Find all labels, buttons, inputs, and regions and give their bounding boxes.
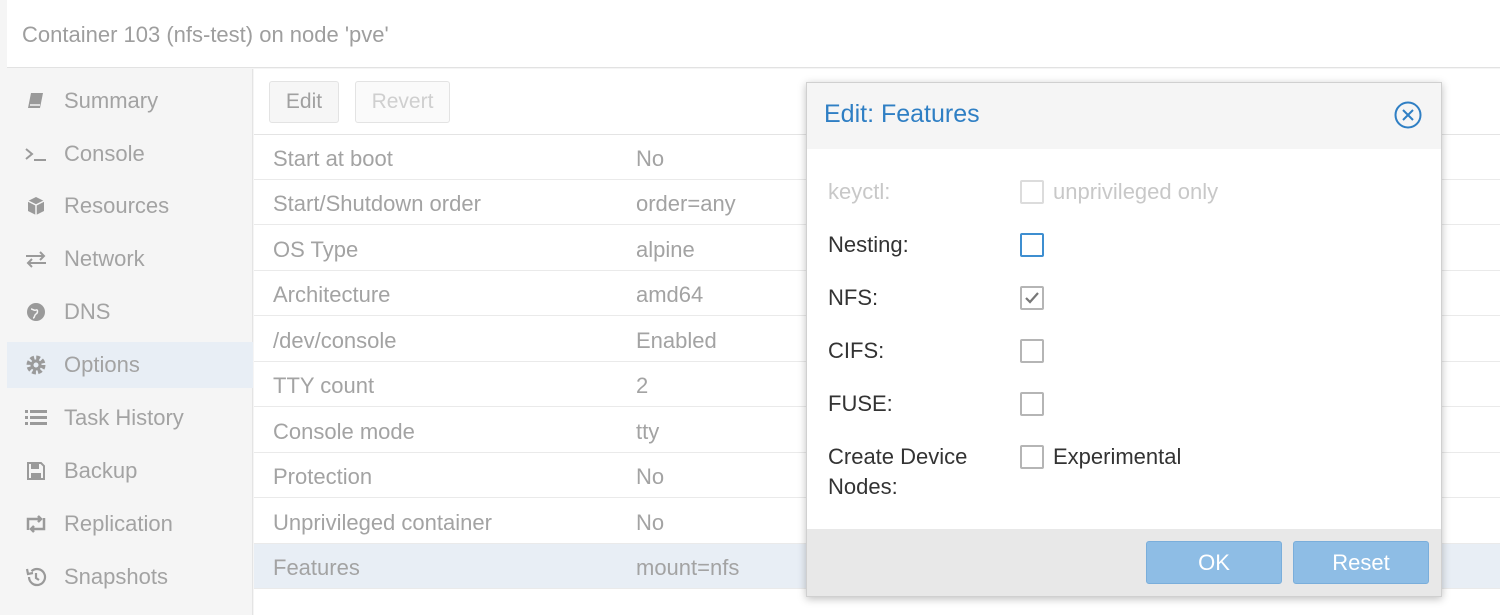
sidebar-item-network[interactable]: Network bbox=[7, 236, 253, 282]
keyctl-checkbox[interactable] bbox=[1020, 180, 1044, 204]
sidebar-item-label: Network bbox=[64, 246, 145, 271]
sidebar-item-label: Console bbox=[64, 141, 145, 166]
checkmark-icon bbox=[1025, 292, 1039, 304]
nesting-label: Nesting: bbox=[828, 232, 909, 257]
globe-icon bbox=[22, 302, 50, 322]
cifs-checkbox[interactable] bbox=[1020, 339, 1044, 363]
option-name: Protection bbox=[273, 464, 373, 489]
option-value: order=any bbox=[636, 191, 736, 216]
sidebar-item-task-history[interactable]: Task History bbox=[7, 395, 253, 441]
sidebar-item-label: Backup bbox=[64, 458, 138, 483]
option-name: Unprivileged container bbox=[273, 510, 492, 535]
option-name: Features bbox=[273, 555, 360, 580]
sidebar-item-resources[interactable]: Resources bbox=[7, 183, 253, 229]
nesting-checkbox[interactable] bbox=[1020, 233, 1044, 257]
sidebar-item-backup[interactable]: Backup bbox=[7, 448, 253, 494]
sidebar-item-replication[interactable]: Replication bbox=[7, 501, 253, 547]
option-name: OS Type bbox=[273, 237, 359, 262]
option-value: No bbox=[636, 510, 665, 535]
option-value: 2 bbox=[636, 373, 649, 398]
fuse-checkbox[interactable] bbox=[1020, 392, 1044, 416]
list-icon bbox=[22, 408, 50, 428]
option-name: Start at boot bbox=[273, 146, 393, 171]
history-icon bbox=[22, 566, 50, 588]
option-name: Architecture bbox=[273, 282, 391, 307]
mknod-label-line1: Create Device bbox=[828, 444, 968, 469]
option-value: tty bbox=[636, 419, 660, 444]
sidebar-item-label: Options bbox=[64, 352, 140, 377]
book-icon bbox=[22, 91, 50, 111]
edit-button[interactable]: Edit bbox=[269, 81, 339, 123]
fuse-label: FUSE: bbox=[828, 391, 893, 416]
dialog-body: keyctl: unprivileged only Nesting: NFS: … bbox=[807, 149, 1441, 529]
dialog-header[interactable]: Edit: Features bbox=[807, 83, 1441, 149]
edit-features-dialog: Edit: Features keyctl: unprivileged only… bbox=[806, 82, 1442, 597]
sidebar-item-options[interactable]: Options bbox=[7, 342, 253, 388]
sidebar-item-snapshots[interactable]: Snapshots bbox=[7, 554, 253, 600]
cube-icon bbox=[22, 196, 50, 216]
sidebar: Summary Console Resources Network DNS Op… bbox=[7, 69, 253, 615]
nfs-checkbox[interactable] bbox=[1020, 286, 1044, 310]
sidebar-item-summary[interactable]: Summary bbox=[7, 78, 253, 124]
option-value: Enabled bbox=[636, 328, 717, 353]
option-value: mount=nfs bbox=[636, 555, 740, 580]
title-bar: Container 103 (nfs-test) on node 'pve' bbox=[7, 0, 1500, 68]
retweet-icon bbox=[22, 514, 50, 534]
page-title: Container 103 (nfs-test) on node 'pve' bbox=[22, 22, 389, 47]
sidebar-item-label: DNS bbox=[64, 299, 111, 324]
dialog-footer: OK Reset bbox=[807, 529, 1441, 596]
option-name: TTY count bbox=[273, 373, 375, 398]
sidebar-item-label: Summary bbox=[64, 88, 159, 113]
sidebar-item-label: Snapshots bbox=[64, 564, 168, 589]
nfs-label: NFS: bbox=[828, 285, 879, 310]
close-icon[interactable] bbox=[1394, 101, 1422, 129]
sidebar-item-label: Resources bbox=[64, 193, 170, 218]
option-value: No bbox=[636, 146, 665, 171]
reset-button[interactable]: Reset bbox=[1293, 541, 1429, 584]
cifs-label: CIFS: bbox=[828, 338, 885, 363]
ok-button[interactable]: OK bbox=[1146, 541, 1282, 584]
sidebar-item-label: Task History bbox=[64, 405, 184, 430]
mknod-checkbox[interactable] bbox=[1020, 445, 1044, 469]
option-name: /dev/console bbox=[273, 328, 397, 353]
floppy-icon bbox=[22, 461, 50, 481]
keyctl-hint: unprivileged only bbox=[1053, 179, 1219, 204]
sidebar-item-dns[interactable]: DNS bbox=[7, 289, 253, 335]
mknod-label-line2: Nodes: bbox=[828, 474, 898, 499]
option-value: No bbox=[636, 464, 665, 489]
terminal-icon bbox=[22, 144, 50, 164]
option-value: alpine bbox=[636, 237, 695, 262]
option-name: Start/Shutdown order bbox=[273, 191, 481, 216]
mknod-hint: Experimental bbox=[1053, 444, 1182, 469]
option-value: amd64 bbox=[636, 282, 704, 307]
sidebar-item-label: Replication bbox=[64, 511, 173, 536]
gear-icon bbox=[22, 354, 50, 376]
keyctl-label: keyctl: bbox=[828, 179, 891, 204]
option-name: Console mode bbox=[273, 419, 415, 444]
sidebar-item-console[interactable]: Console bbox=[7, 131, 253, 177]
exchange-icon bbox=[22, 249, 50, 269]
dialog-title: Edit: Features bbox=[824, 100, 980, 128]
revert-button[interactable]: Revert bbox=[355, 81, 450, 123]
